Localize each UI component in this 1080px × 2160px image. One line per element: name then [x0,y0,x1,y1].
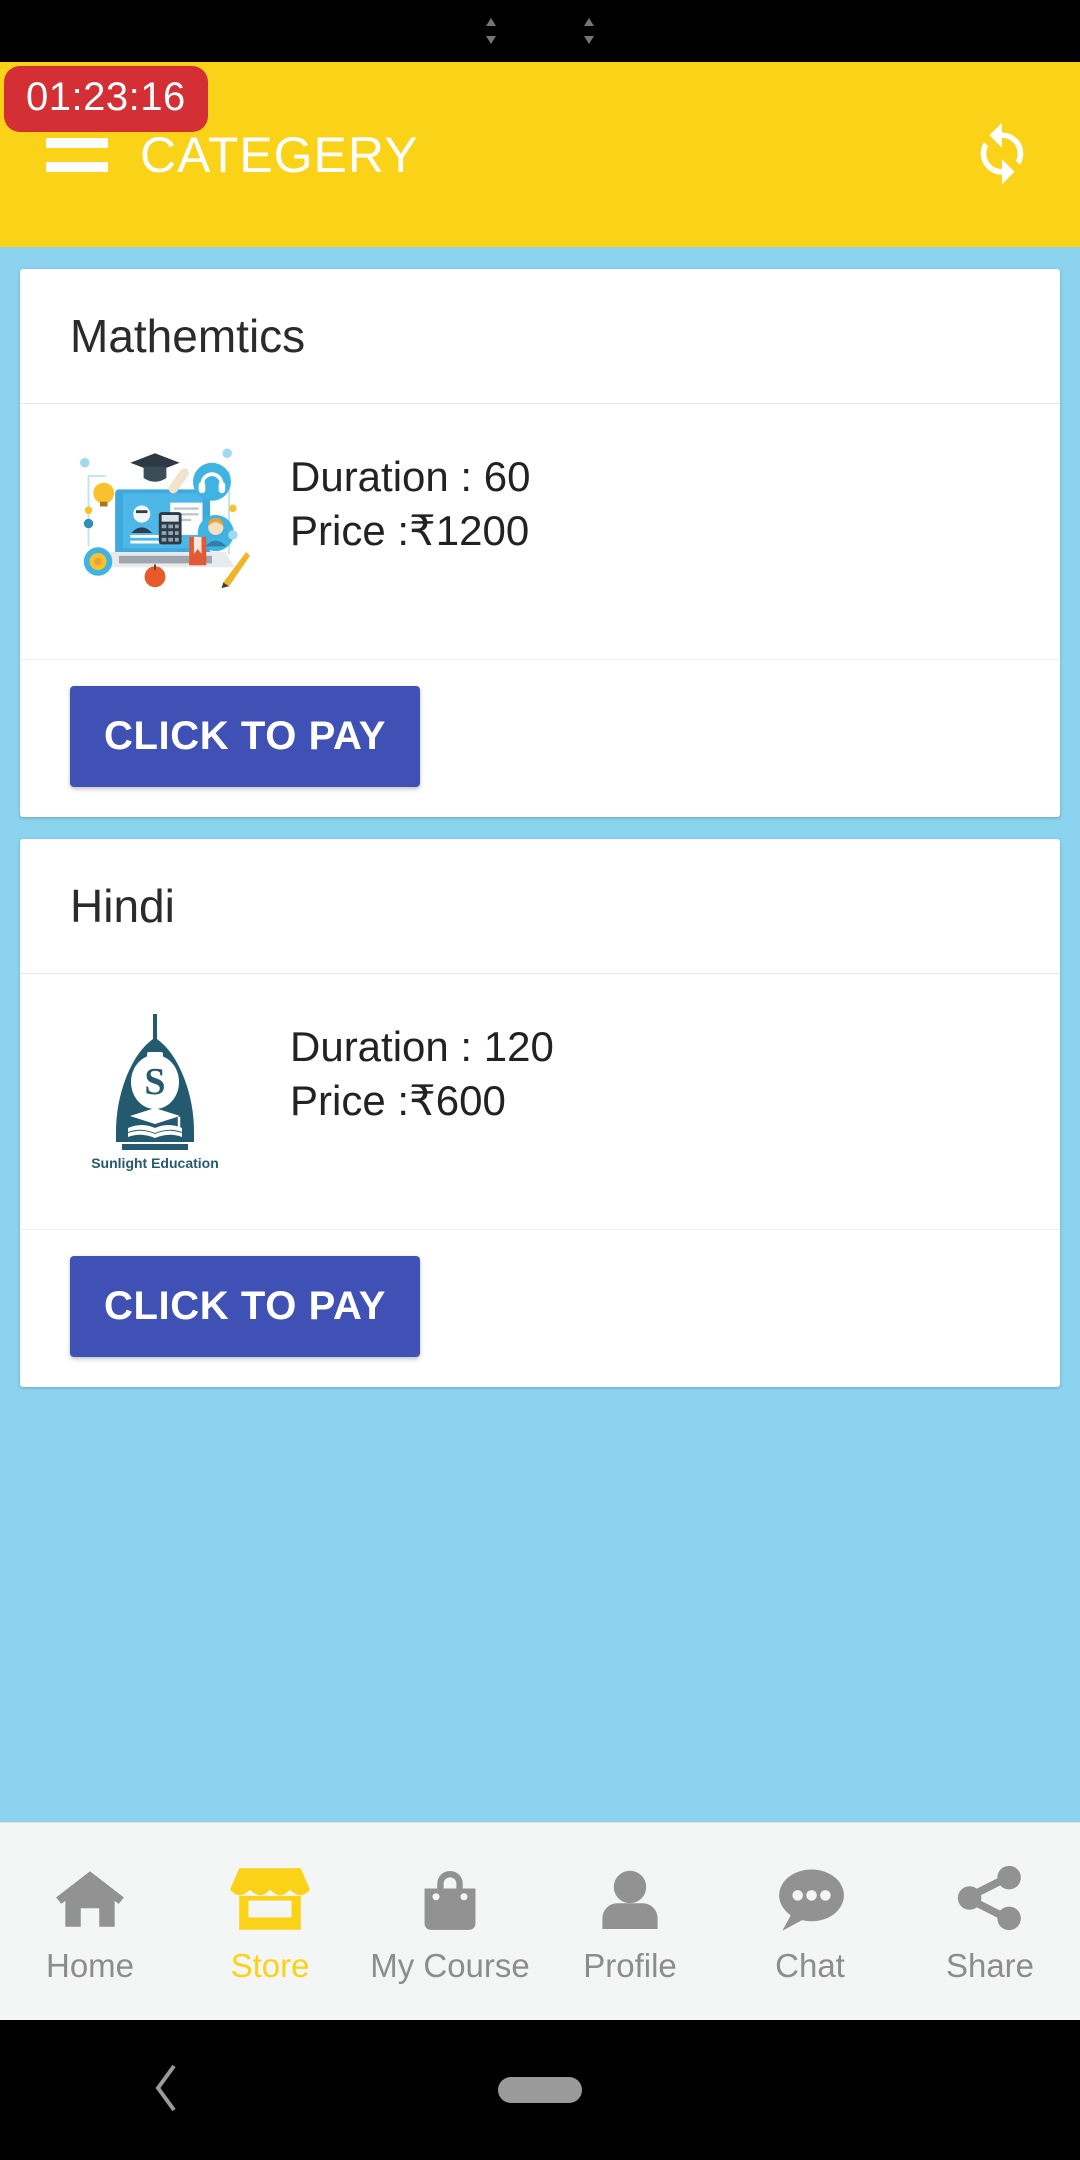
hamburger-menu-icon [46,161,108,172]
course-thumbnail: S Sunlight Education [20,1004,290,1180]
nav-item-chat[interactable]: Chat [720,1823,900,2020]
course-details: Duration : 60 Price :₹1200 [20,404,1060,660]
course-list: Mathemtics Duration: 60 Price:₹1200 CL… [0,247,1080,1822]
home-pill-icon[interactable] [498,2077,582,2103]
person-icon [597,1859,663,1933]
bottom-navigation: Home Store My Course Profile Chat Share [0,1822,1080,2020]
sunlight-education-logo-icon: S Sunlight Education [80,1010,230,1180]
course-title: Mathemtics [20,269,1060,404]
course-duration: Duration : 60 [290,453,531,500]
page-title: CATEGERY [140,126,419,183]
refresh-button[interactable] [964,117,1040,193]
nav-label: Store [230,1946,310,1984]
nav-item-share[interactable]: Share [900,1823,1080,2020]
svg-text:S: S [144,1061,165,1103]
updown-arrows-icon [578,16,600,46]
course-duration: Duration : 120 [290,1023,554,1070]
nav-item-home[interactable]: Home [0,1823,180,2020]
hamburger-menu-button[interactable] [18,137,136,172]
countdown-timer-badge: 01:23:16 [4,66,208,132]
hamburger-menu-icon [46,137,108,148]
chat-bubble-icon [773,1859,847,1933]
refresh-icon [966,116,1038,193]
course-price: Price :₹600 [290,1076,506,1124]
nav-label: Share [945,1946,1035,1984]
click-to-pay-button[interactable]: CLICK TO PAY [70,686,421,787]
shopping-bag-icon [415,1859,485,1933]
course-actions: CLICK TO PAY [20,660,1060,817]
store-icon [230,1859,310,1933]
course-meta: Duration : 120 Price :₹600 [290,1004,554,1128]
nav-label: Chat [775,1946,845,1984]
back-chevron-icon[interactable] [148,2058,184,2123]
share-icon [954,1859,1026,1933]
status-bar [0,0,1080,62]
course-title: Hindi [20,839,1060,974]
course-card[interactable]: Mathemtics Duration: 60 Price:₹1200 CL… [20,269,1060,817]
course-card[interactable]: Hindi S Sunlight Education Duration: 12… [20,839,1060,1387]
course-price: Price :₹1200 [290,506,530,554]
course-thumbnail [20,434,290,595]
elearning-illustration-icon [60,440,250,595]
course-details: S Sunlight Education Duration : 120 Pric… [20,974,1060,1230]
logo-caption: Sunlight Education [91,1155,219,1171]
nav-item-my-course[interactable]: My Course [360,1823,540,2020]
click-to-pay-button[interactable]: CLICK TO PAY [70,1256,421,1357]
course-actions: CLICK TO PAY [20,1230,1060,1387]
home-icon [53,1859,127,1933]
updown-arrows-icon [480,16,502,46]
nav-label: Home [45,1946,135,1984]
android-navigation-bar [0,2020,1080,2160]
phone-screen: CATEGERY 01:23:16 Mathemtics Duration: … [0,0,1080,2160]
nav-label: My Course [370,1946,530,1984]
course-meta: Duration : 60 Price :₹1200 [290,434,530,558]
nav-item-store[interactable]: Store [180,1823,360,2020]
nav-item-profile[interactable]: Profile [540,1823,720,2020]
nav-label: Profile [583,1946,677,1984]
